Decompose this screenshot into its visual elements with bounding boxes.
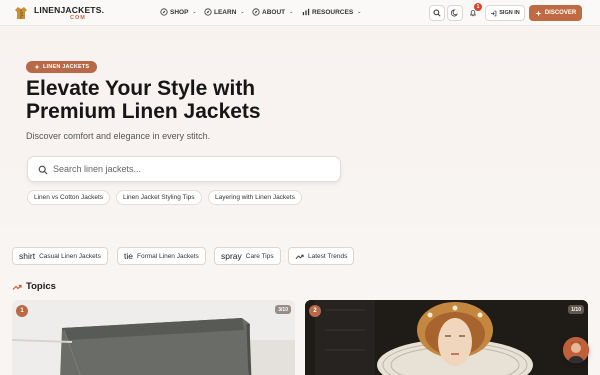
nav-shop[interactable]: SHOP ⌄: [160, 8, 197, 16]
topic-number: 2: [309, 305, 321, 317]
discover-button[interactable]: DISCOVER: [529, 5, 582, 21]
chevron-down-icon: ⌄: [289, 9, 294, 15]
theme-toggle-button[interactable]: [447, 5, 463, 21]
category-formal-button[interactable]: tie Formal Linen Jackets: [117, 247, 206, 265]
search-icon: [433, 9, 441, 17]
chevron-down-icon: ⌄: [240, 9, 245, 15]
shirt-icon: shirt: [19, 251, 36, 261]
portrait-painting-image: [305, 300, 588, 375]
bar-chart-icon: [302, 8, 310, 16]
suggestion-chip[interactable]: Layering with Linen Jackets: [208, 190, 302, 205]
chevron-down-icon: ⌄: [192, 9, 197, 15]
nav-about[interactable]: ABOUT ⌄: [252, 8, 293, 16]
topic-card-2[interactable]: 2 1/10: [305, 300, 588, 375]
sparkle-icon: [535, 9, 542, 17]
hero-badge: LINEN JACKETS: [26, 61, 98, 73]
top-navbar: LINENJACKETS. COM SHOP ⌄ LEARN ⌄ ABOUT ⌄…: [0, 0, 600, 26]
category-label: Casual Linen Jackets: [39, 252, 101, 260]
topic-number: 1: [16, 305, 28, 317]
nav-resources-label: RESOURCES: [312, 8, 354, 16]
sign-in-button[interactable]: SIGN IN: [485, 5, 525, 21]
hero-subtitle: Discover comfort and elegance in every s…: [26, 131, 211, 141]
category-casual-button[interactable]: shirt Casual Linen Jackets: [12, 247, 108, 265]
nav-shop-label: SHOP: [170, 8, 189, 16]
category-label: Formal Linen Jackets: [136, 252, 199, 260]
moon-icon: [451, 9, 459, 17]
tie-icon: tie: [124, 251, 133, 261]
topics-heading: Topics: [12, 281, 56, 292]
sparkle-icon: [34, 64, 40, 70]
search-input[interactable]: [53, 157, 333, 181]
topics-title: Topics: [26, 281, 56, 292]
topic-card-1[interactable]: 1 3/10: [12, 300, 295, 375]
linen-jacket-image: [12, 300, 295, 375]
assistant-avatar-button[interactable]: [563, 337, 589, 363]
compass-icon: [252, 8, 260, 16]
sign-in-label: SIGN IN: [499, 10, 520, 16]
spray-icon: spray: [221, 251, 242, 261]
compass-icon: [204, 8, 212, 16]
category-care-button[interactable]: spray Care Tips: [214, 247, 281, 265]
image-count-badge: 1/10: [568, 305, 584, 314]
image-count-badge: 3/10: [275, 305, 291, 314]
jacket-logo-icon: [15, 7, 27, 19]
nav-learn-label: LEARN: [214, 8, 237, 16]
category-label: Latest Trends: [308, 252, 348, 260]
avatar-icon: [563, 337, 589, 363]
suggestion-chip[interactable]: Linen Jacket Styling Tips: [116, 190, 202, 205]
suggestion-chip[interactable]: Linen vs Cotton Jackets: [27, 190, 111, 205]
notification-badge: 1: [474, 3, 482, 11]
discover-label: DISCOVER: [544, 10, 577, 16]
brand-name: LINENJACKETS.: [34, 5, 105, 15]
trending-icon: [295, 254, 304, 259]
brand-sub: COM: [70, 15, 86, 21]
category-label: Care Tips: [245, 252, 274, 260]
search-button[interactable]: [429, 5, 445, 21]
search-icon: [38, 165, 48, 175]
compass-icon: [160, 8, 168, 16]
chevron-down-icon: ⌄: [357, 9, 362, 15]
nav-about-label: ABOUT: [262, 8, 286, 16]
login-icon: [491, 10, 497, 16]
search-bar[interactable]: [27, 156, 341, 182]
hero-badge-label: LINEN JACKETS: [43, 64, 90, 70]
nav-resources[interactable]: RESOURCES ⌄: [302, 8, 361, 16]
trending-icon: [12, 284, 22, 290]
nav-learn[interactable]: LEARN ⌄: [204, 8, 245, 16]
hero-title: Elevate Your Style with Premium Linen Ja…: [26, 77, 261, 123]
category-trends-button[interactable]: Latest Trends: [288, 247, 355, 265]
